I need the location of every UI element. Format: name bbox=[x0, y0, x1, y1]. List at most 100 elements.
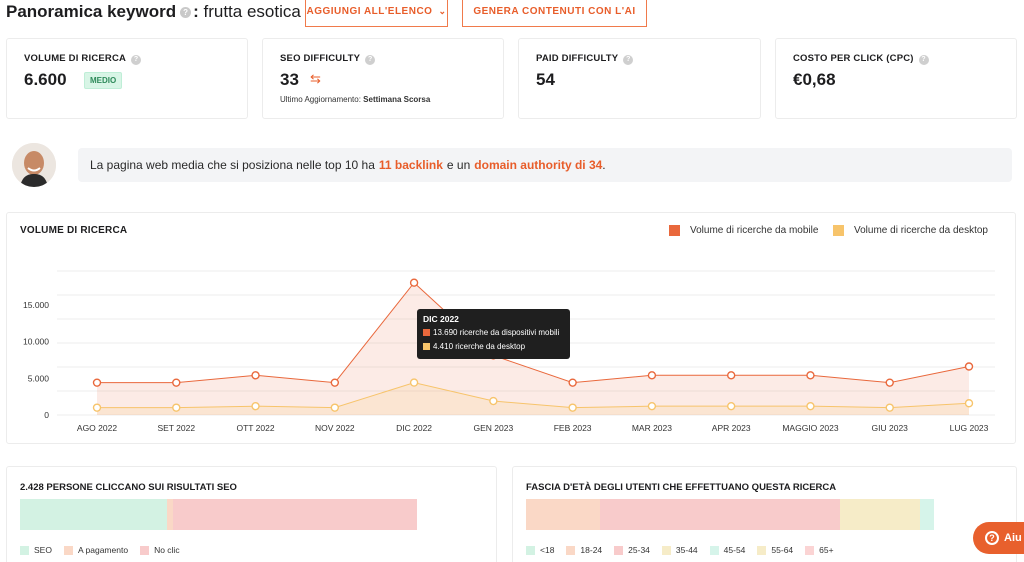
help-icon[interactable]: ? bbox=[918, 55, 929, 65]
x-tick-label: MAR 2023 bbox=[632, 423, 672, 433]
data-point[interactable] bbox=[885, 378, 894, 387]
x-tick-label: NOV 2022 bbox=[315, 423, 355, 433]
legend-item: <18 bbox=[526, 545, 554, 555]
bar-segment[interactable] bbox=[840, 499, 921, 530]
page-header: Panoramica keyword?: frutta esotica AGGI… bbox=[0, 0, 1024, 28]
help-icon[interactable]: ? bbox=[623, 55, 634, 65]
paid-difficulty-value: 54 bbox=[536, 70, 555, 89]
search-volume-chart: VOLUME DI RICERCA Volume di ricerche da … bbox=[6, 212, 1016, 444]
legend-item: 18-24 bbox=[566, 545, 602, 555]
paid-difficulty-card: PAID DIFFICULTY? 54 bbox=[518, 38, 761, 119]
data-point[interactable] bbox=[806, 401, 815, 411]
banner-text: . bbox=[602, 158, 606, 172]
data-point[interactable] bbox=[964, 362, 974, 371]
help-icon[interactable]: ? bbox=[365, 55, 376, 65]
legend-item: 35-44 bbox=[661, 545, 698, 555]
generate-ai-label: GENERA CONTENUTI CON L'AI bbox=[473, 5, 636, 17]
help-icon[interactable]: ? bbox=[180, 7, 192, 18]
legend-swatch bbox=[709, 545, 719, 555]
refresh-icon[interactable]: ⇆ bbox=[310, 71, 321, 87]
question-icon: ? bbox=[985, 531, 999, 545]
data-point[interactable] bbox=[92, 403, 102, 412]
legend-item: 25-34 bbox=[614, 545, 650, 555]
x-tick-label: GEN 2023 bbox=[474, 423, 514, 433]
data-point[interactable] bbox=[726, 401, 736, 411]
x-tick-label: APR 2023 bbox=[712, 423, 751, 433]
x-tick-label: LUG 2023 bbox=[950, 423, 989, 433]
y-tick-label: 15.000 bbox=[23, 300, 49, 310]
domain-authority-link[interactable]: domain authority di 34 bbox=[474, 158, 602, 172]
data-point[interactable] bbox=[964, 399, 974, 408]
data-point[interactable] bbox=[647, 401, 657, 411]
title-label: Panoramica keyword bbox=[6, 2, 177, 21]
data-point[interactable] bbox=[330, 378, 340, 387]
data-point[interactable] bbox=[647, 371, 657, 380]
bar-segment[interactable] bbox=[526, 499, 600, 530]
cpc-label: COSTO PER CLICK (CPC)? bbox=[793, 53, 929, 65]
data-point[interactable] bbox=[885, 403, 894, 412]
legend-label: 45-54 bbox=[723, 545, 746, 555]
legend-item: 45-54 bbox=[709, 545, 746, 555]
search-volume-label: VOLUME DI RICERCA? bbox=[24, 53, 142, 65]
seo-difficulty-value: 33 bbox=[280, 70, 299, 89]
bar-segment[interactable] bbox=[20, 499, 167, 530]
tooltip-row-mobile: 13.690 ricerche da dispositivi mobili bbox=[423, 328, 564, 337]
y-tick-label: 5.000 bbox=[28, 373, 50, 383]
legend-item: No clic bbox=[140, 545, 180, 555]
legend-swatch bbox=[140, 545, 150, 555]
legend-swatch bbox=[566, 545, 576, 555]
clicks-bar[interactable] bbox=[20, 499, 498, 530]
data-point[interactable] bbox=[172, 403, 181, 412]
data-point[interactable] bbox=[489, 396, 498, 406]
data-point[interactable] bbox=[172, 378, 181, 387]
add-to-list-button[interactable]: AGGIUNGI ALL'ELENCO ⌄ bbox=[305, 0, 448, 27]
cpc-value: €0,68 bbox=[793, 70, 836, 89]
data-point[interactable] bbox=[726, 371, 736, 380]
data-point[interactable] bbox=[409, 278, 419, 287]
age-title: FASCIA D'ETÀ DEGLI UTENTI CHE EFFETTUANO… bbox=[526, 482, 837, 493]
data-point[interactable] bbox=[568, 403, 577, 412]
x-tick-label: SET 2022 bbox=[157, 423, 195, 433]
legend-label: A pagamento bbox=[77, 545, 129, 555]
x-tick-label: FEB 2023 bbox=[554, 423, 592, 433]
search-volume-card: VOLUME DI RICERCA? 6.600 MEDIO bbox=[6, 38, 248, 119]
legend-label: SEO bbox=[34, 545, 52, 555]
x-tick-label: AGO 2022 bbox=[77, 423, 117, 433]
help-icon[interactable]: ? bbox=[131, 55, 142, 65]
y-tick-label: 10.000 bbox=[23, 337, 49, 347]
avatar bbox=[12, 143, 56, 187]
seo-clicks-panel: 2.428 PERSONE CLICCANO SUI RISULTATI SEO… bbox=[6, 466, 497, 562]
data-point[interactable] bbox=[92, 378, 102, 387]
info-banner: La pagina web media che si posiziona nel… bbox=[78, 148, 1012, 182]
data-point[interactable] bbox=[409, 378, 419, 387]
bar-segment[interactable] bbox=[172, 499, 417, 530]
banner-text: e un bbox=[446, 158, 471, 172]
help-button[interactable]: ? Aiu bbox=[973, 522, 1024, 554]
legend-label: <18 bbox=[540, 545, 555, 555]
y-tick-label: 0 bbox=[44, 410, 49, 420]
last-updated: Ultimo Aggiornamento: Settimana Scorsa bbox=[280, 95, 431, 104]
page-title: Panoramica keyword?: frutta esotica bbox=[6, 2, 301, 22]
chevron-down-icon: ⌄ bbox=[438, 5, 447, 16]
data-point[interactable] bbox=[806, 371, 815, 380]
age-legend: <18 18-24 25-34 35-44 45-54 55-64 65+ bbox=[526, 545, 846, 555]
data-point[interactable] bbox=[251, 401, 260, 411]
legend-label: 35-44 bbox=[675, 545, 698, 555]
backlinks-link[interactable]: 11 backlink bbox=[379, 158, 443, 172]
legend-label: 18-24 bbox=[580, 545, 603, 555]
bar-segment[interactable] bbox=[920, 499, 935, 530]
data-point[interactable] bbox=[330, 403, 340, 412]
legend-label: 65+ bbox=[819, 545, 834, 555]
data-point[interactable] bbox=[251, 371, 260, 380]
title-colon: : bbox=[193, 2, 199, 21]
legend-swatch bbox=[526, 545, 535, 555]
age-bar[interactable] bbox=[526, 499, 1018, 530]
legend-swatch bbox=[63, 545, 73, 555]
legend-swatch bbox=[20, 545, 29, 555]
paid-difficulty-label: PAID DIFFICULTY? bbox=[536, 53, 634, 65]
generate-ai-button[interactable]: GENERA CONTENUTI CON L'AI bbox=[462, 0, 647, 27]
bar-segment[interactable] bbox=[599, 499, 841, 530]
clicks-title: 2.428 PERSONE CLICCANO SUI RISULTATI SEO bbox=[20, 482, 237, 493]
legend-swatch bbox=[805, 545, 815, 555]
data-point[interactable] bbox=[568, 378, 577, 387]
